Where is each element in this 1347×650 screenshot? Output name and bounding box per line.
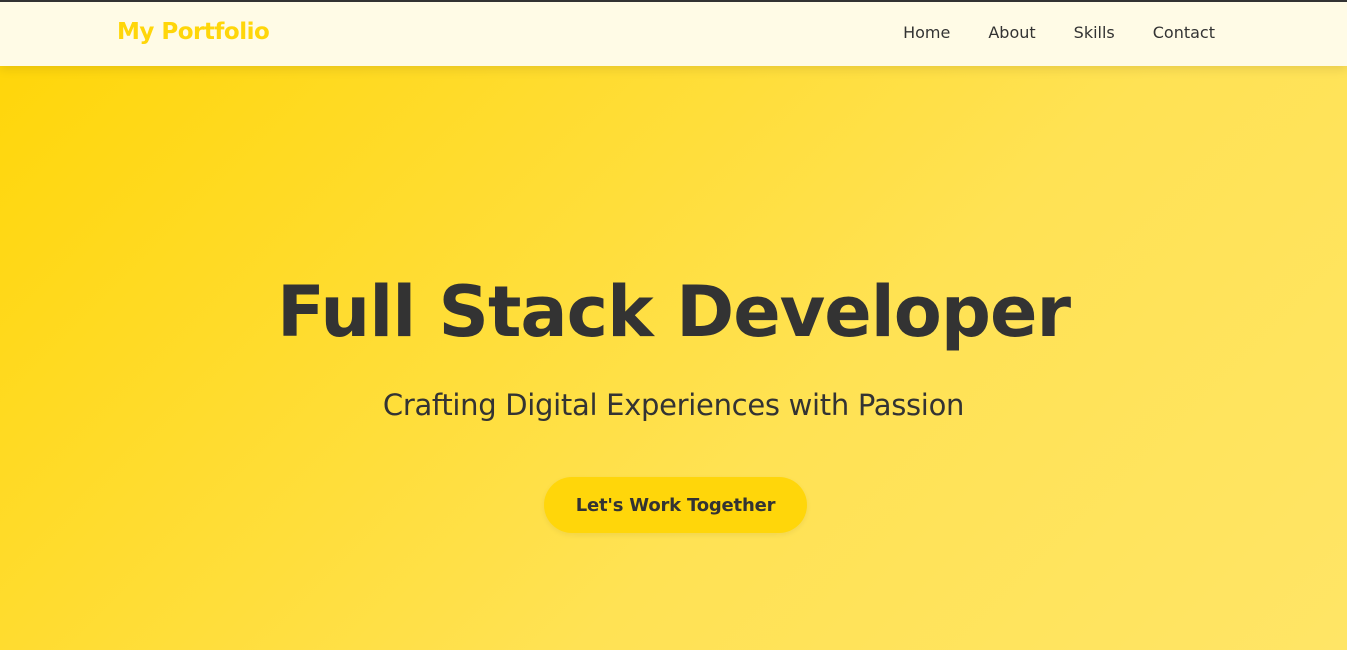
nav-link-skills[interactable]: Skills [1074,23,1115,42]
navbar: My Portfolio Home About Skills Contact [0,0,1347,66]
nav-links: Home About Skills Contact [903,23,1215,42]
hero-title: Full Stack Developer [277,271,1071,353]
top-border [0,0,1347,2]
nav-link-home[interactable]: Home [903,23,950,42]
nav-link-contact[interactable]: Contact [1153,23,1215,42]
brand-logo[interactable]: My Portfolio [117,19,270,45]
hero-section: Full Stack Developer Crafting Digital Ex… [0,66,1347,650]
hero-subtitle: Crafting Digital Experiences with Passio… [382,388,965,422]
nav-link-about[interactable]: About [988,23,1035,42]
cta-button[interactable]: Let's Work Together [544,477,807,533]
